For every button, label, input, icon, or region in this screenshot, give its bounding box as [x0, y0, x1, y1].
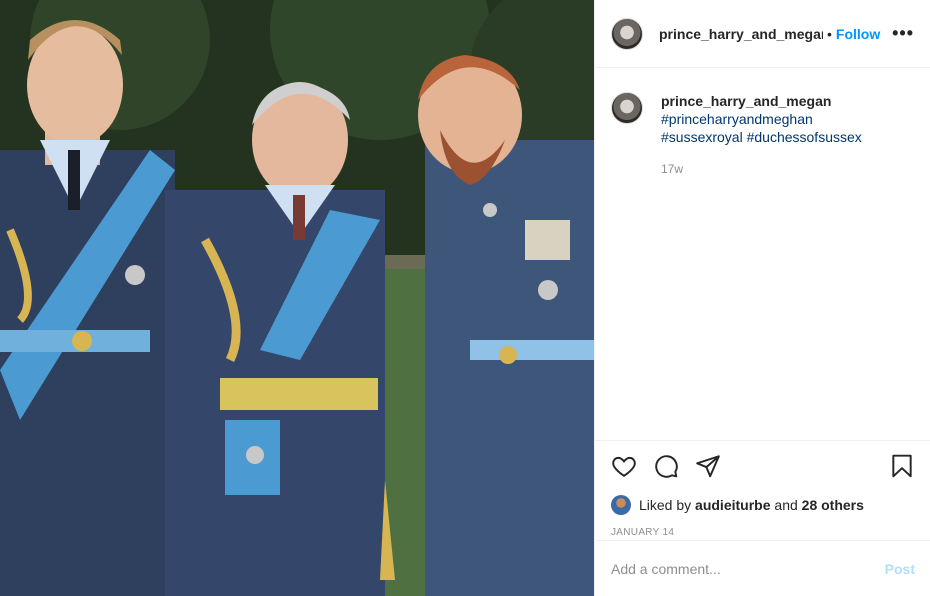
likes-others-link[interactable]: 28 others	[802, 497, 864, 513]
action-icons	[611, 451, 915, 481]
likes-prefix: Liked by	[639, 497, 692, 513]
comment-box: Post	[595, 540, 930, 596]
hashtag-link[interactable]: #princeharryandmeghan	[661, 111, 813, 127]
liker-username[interactable]: audieiturbe	[695, 497, 770, 513]
heart-icon[interactable]	[611, 453, 637, 479]
comment-icon[interactable]	[653, 453, 679, 479]
caption-avatar[interactable]	[611, 92, 643, 124]
author-username[interactable]: prince_harry_and_megar	[659, 26, 823, 42]
likes-middle: and	[774, 497, 798, 513]
post-caption: prince_harry_and_megan #princeharryandme…	[595, 68, 930, 178]
header-separator: •	[827, 25, 832, 42]
author-avatar[interactable]	[611, 17, 643, 50]
post-header: prince_harry_and_megar • Follow •••	[595, 0, 930, 68]
post-actions: Liked by audieiturbe and 28 others JANUA…	[595, 440, 930, 538]
share-icon[interactable]	[695, 453, 721, 479]
post-photo[interactable]	[0, 0, 594, 596]
post-date[interactable]: JANUARY 14	[611, 527, 915, 538]
post-photo-illustration	[0, 0, 594, 596]
follow-button[interactable]: Follow	[836, 26, 880, 42]
hashtag-link[interactable]: #sussexroyal	[661, 129, 743, 145]
post-side-panel: prince_harry_and_megar • Follow ••• prin…	[594, 0, 930, 596]
instagram-post: prince_harry_and_megar • Follow ••• prin…	[0, 0, 930, 596]
bookmark-icon[interactable]	[889, 453, 915, 479]
caption-timestamp[interactable]: 17w	[661, 160, 862, 178]
caption-username[interactable]: prince_harry_and_megan	[661, 92, 862, 110]
more-options-icon[interactable]: •••	[892, 23, 914, 44]
liker-avatar[interactable]	[611, 495, 631, 515]
caption-body: prince_harry_and_megan #princeharryandme…	[661, 92, 862, 178]
comment-input[interactable]	[611, 560, 885, 577]
post-comment-button[interactable]: Post	[885, 561, 915, 577]
hashtag-link[interactable]: #duchessofsussex	[747, 129, 862, 145]
likes-summary: Liked by audieiturbe and 28 others	[611, 495, 915, 515]
